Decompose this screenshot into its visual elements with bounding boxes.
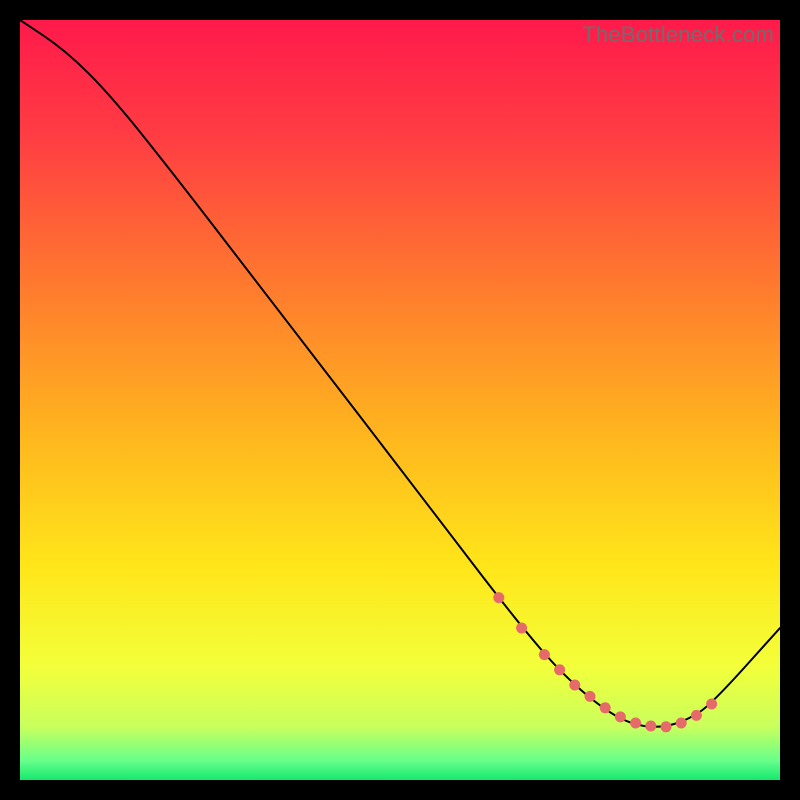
marker-dot	[691, 710, 702, 721]
marker-dot	[615, 711, 626, 722]
marker-dot	[516, 623, 527, 634]
marker-dot	[706, 699, 717, 710]
gradient-background	[20, 20, 780, 780]
marker-dot	[676, 718, 687, 729]
chart-frame: TheBottleneck.com	[20, 20, 780, 780]
marker-dot	[661, 721, 672, 732]
chart-canvas	[20, 20, 780, 780]
marker-dot	[585, 691, 596, 702]
marker-dot	[600, 702, 611, 713]
marker-dot	[539, 649, 550, 660]
marker-dot	[630, 718, 641, 729]
marker-dot	[493, 592, 504, 603]
marker-dot	[554, 664, 565, 675]
marker-dot	[645, 721, 656, 732]
marker-dot	[569, 680, 580, 691]
